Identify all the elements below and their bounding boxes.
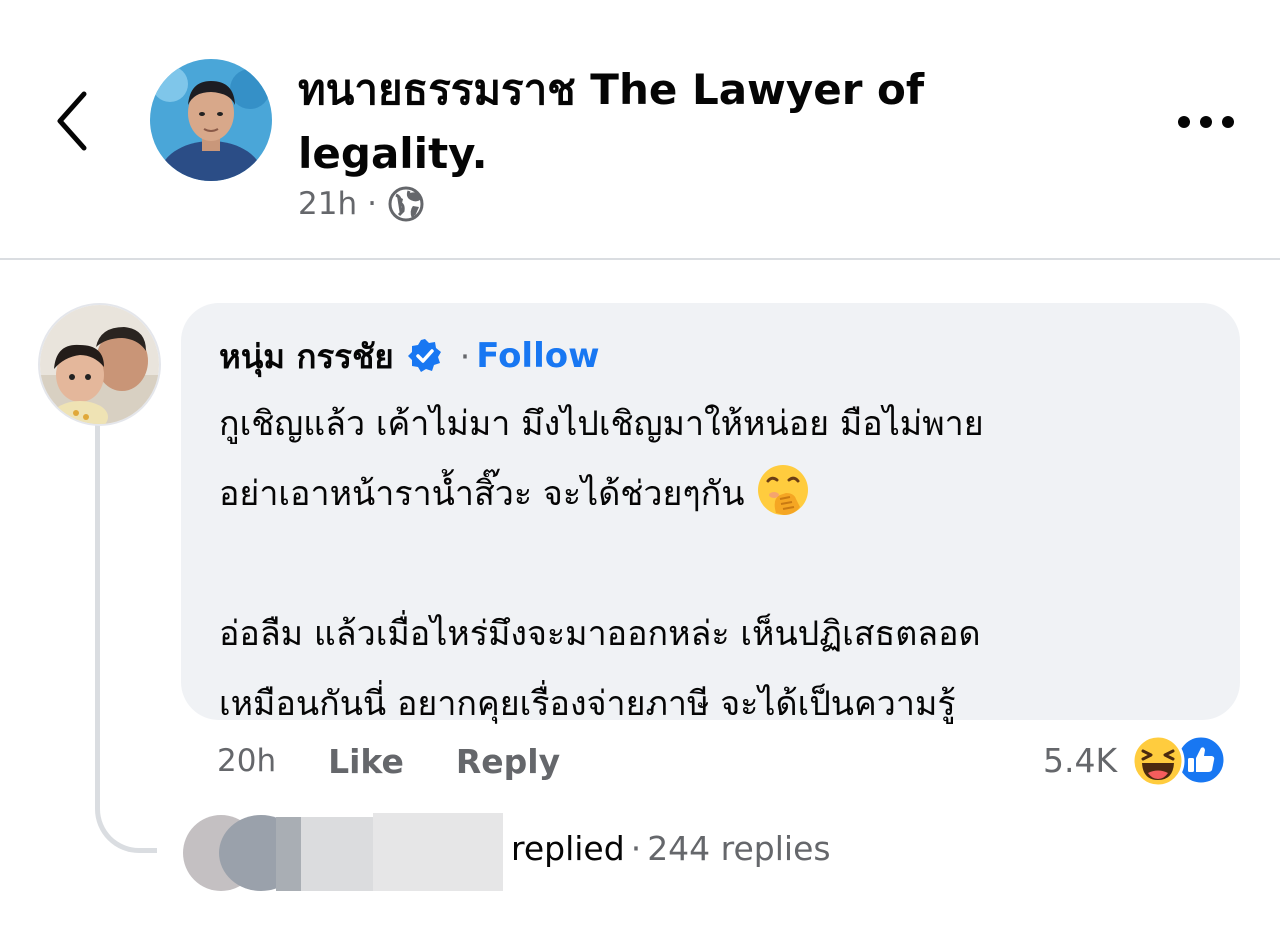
reaction-count: 5.4K (1043, 740, 1118, 780)
follow-button[interactable]: Follow (476, 336, 599, 376)
replies-summary: replied · 244 replies (511, 829, 831, 868)
chevron-left-icon (57, 91, 87, 151)
commenter-avatar[interactable] (38, 303, 161, 426)
replies-separator: · (630, 829, 642, 868)
reply-button[interactable]: Reply (456, 742, 560, 781)
blurred-name (276, 817, 301, 891)
reply-thread-line (95, 425, 157, 853)
comment-author-name[interactable]: หนุ่ม กรรชัย (219, 330, 394, 383)
replies-count: 244 replies (647, 829, 831, 868)
post-header: ทนายธรรมราช The Lawyer of legality. 21h … (0, 0, 1280, 258)
back-button[interactable] (48, 88, 96, 154)
comment-actions: 20h Like Reply (217, 736, 612, 786)
more-options-button[interactable] (1170, 100, 1242, 144)
header-divider (0, 258, 1280, 260)
page-avatar[interactable] (150, 59, 272, 181)
like-button[interactable]: Like (328, 742, 404, 781)
replied-label: replied (511, 829, 625, 868)
page-name[interactable]: ทนายธรรมราช The Lawyer of legality. (298, 58, 1018, 186)
comment-paragraph-2: อ่อลืม แล้วเมื่อไหร่มึงจะมาออกหล่ะ เห็นป… (219, 614, 981, 724)
comment-bubble: หนุ่ม กรรชัย · Follow กูเชิญแล้ว เค้าไม่… (181, 303, 1240, 724)
haha-icon (1131, 734, 1185, 788)
reaction-icons (1127, 730, 1237, 790)
meta-separator: · (367, 186, 377, 222)
view-replies-link[interactable]: replied · 244 replies (183, 813, 943, 893)
reaction-summary[interactable]: 5.4K (1043, 730, 1237, 790)
comment-author-row: หนุ่ม กรรชัย · Follow (219, 331, 600, 381)
post-meta: 21h · (298, 180, 425, 228)
globe-icon[interactable] (387, 185, 425, 223)
comment-paragraph-1: กูเชิญแล้ว เค้าไม่มา มึงไปเชิญมาให้หน่อย… (219, 404, 984, 514)
face-with-hand-over-mouth-emoji (756, 463, 810, 517)
author-separator: · (459, 336, 471, 376)
comment-body: กูเชิญแล้ว เค้าไม่มา มึงไปเชิญมาให้หน่อย… (219, 389, 1219, 739)
blurred-name (373, 813, 503, 891)
post-time[interactable]: 21h (298, 186, 357, 222)
verified-badge-icon (407, 339, 441, 372)
more-horizontal-icon (1178, 116, 1234, 128)
comment-time[interactable]: 20h (217, 743, 276, 779)
